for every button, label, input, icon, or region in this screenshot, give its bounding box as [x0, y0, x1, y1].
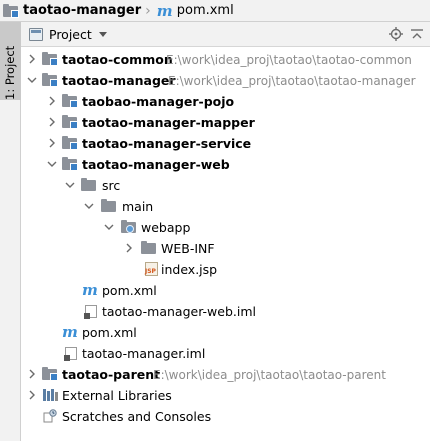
tree-node-scratches[interactable]: Scratches and Consoles [21, 406, 430, 427]
project-tree[interactable]: taotao-common E:\work\idea_proj\taotao\t… [21, 47, 430, 441]
tree-node-main[interactable]: main [21, 196, 430, 217]
tree-node-manager-pojo[interactable]: taobao-manager-pojo [21, 91, 430, 112]
node-label: Scratches and Consoles [62, 409, 212, 424]
tree-node-web-inf[interactable]: WEB-INF [21, 238, 430, 259]
node-label: webapp [141, 220, 191, 235]
node-path: E:\work\idea_proj\taotao\taotao-common [166, 53, 412, 67]
tree-node-manager-iml[interactable]: taotao-manager.iml [21, 343, 430, 364]
navigation-bar: taotao-manager › m pom.xml [0, 0, 430, 22]
project-view-icon [29, 27, 43, 41]
iml-file-icon [83, 303, 99, 319]
tree-node-manager-service[interactable]: taotao-manager-service [21, 133, 430, 154]
tree-node-manager-mapper[interactable]: taotao-manager-mapper [21, 112, 430, 133]
folder-icon [101, 198, 117, 214]
locate-file-button[interactable] [388, 26, 404, 42]
tree-node-taotao-common[interactable]: taotao-common E:\work\idea_proj\taotao\t… [21, 49, 430, 70]
breadcrumb-file-label: pom.xml [176, 3, 234, 18]
breadcrumb-project[interactable]: taotao-manager [3, 0, 141, 22]
chevron-down-icon[interactable] [104, 222, 114, 232]
module-folder-icon [62, 93, 78, 109]
jsp-file-icon [144, 261, 160, 277]
node-label: main [122, 199, 154, 214]
chevron-down-icon[interactable] [47, 159, 57, 169]
chevron-right-icon[interactable] [47, 96, 57, 106]
chevron-right-icon[interactable] [47, 117, 57, 127]
tree-node-web-pom[interactable]: m pom.xml [21, 280, 430, 301]
node-path: E:\work\idea_proj\taotao\taotao-manager [168, 74, 416, 88]
tree-node-webapp[interactable]: webapp [21, 217, 430, 238]
maven-icon: m [62, 323, 78, 341]
module-folder-icon [42, 72, 58, 88]
collapse-icon [411, 29, 423, 39]
chevron-down-icon [98, 31, 107, 37]
node-label: taotao-parent [62, 367, 161, 382]
node-label: taotao-common [62, 52, 173, 67]
folder-icon [3, 3, 19, 19]
view-selector[interactable]: Project [29, 24, 107, 44]
tree-node-web-iml[interactable]: taotao-manager-web.iml [21, 301, 430, 322]
node-label: taotao-manager.iml [82, 346, 206, 361]
module-folder-icon [42, 366, 58, 382]
node-label: taobao-manager-pojo [82, 94, 235, 109]
maven-icon: m [156, 1, 173, 20]
chevron-down-icon[interactable] [84, 201, 94, 211]
node-label: taotao-manager-web [82, 157, 230, 172]
project-tool-tab[interactable]: 1: Project [0, 22, 21, 100]
module-folder-icon [62, 114, 78, 130]
node-label: taotao-manager-web.iml [102, 304, 256, 319]
chevron-down-icon[interactable] [27, 75, 37, 85]
node-label: pom.xml [102, 283, 157, 298]
node-label: taotao-manager-service [82, 136, 252, 151]
node-label: taotao-manager-mapper [82, 115, 255, 130]
breadcrumb-file[interactable]: m pom.xml [157, 0, 234, 22]
node-path: E:\work\idea_proj\taotao\taotao-parent [153, 368, 386, 382]
project-panel-header: Project [21, 22, 430, 47]
node-label: WEB-INF [161, 241, 215, 256]
tree-node-taotao-manager[interactable]: taotao-manager E:\work\idea_proj\taotao\… [21, 70, 430, 91]
tree-node-manager-pom[interactable]: m pom.xml [21, 322, 430, 343]
module-folder-icon [62, 135, 78, 151]
maven-icon: m [82, 281, 98, 299]
chevron-right-icon[interactable] [47, 138, 57, 148]
crosshair-icon [389, 27, 403, 41]
iml-file-icon [63, 345, 79, 361]
project-tool-tab-label: 1: Project [3, 45, 17, 100]
tree-node-taotao-parent[interactable]: taotao-parent E:\work\idea_proj\taotao\t… [21, 364, 430, 385]
chevron-right-icon[interactable] [27, 54, 37, 64]
node-label: External Libraries [62, 388, 172, 403]
node-label: pom.xml [82, 325, 137, 340]
node-label: src [102, 178, 121, 193]
module-folder-icon [62, 156, 78, 172]
chevron-right-icon[interactable] [124, 243, 134, 253]
module-folder-icon [42, 51, 58, 67]
tree-node-index-jsp[interactable]: index.jsp [21, 259, 430, 280]
chevron-down-icon[interactable] [65, 180, 75, 190]
library-icon [42, 387, 58, 403]
chevron-right-icon[interactable] [27, 390, 37, 400]
collapse-all-button[interactable] [409, 26, 425, 42]
tree-node-manager-web[interactable]: taotao-manager-web [21, 154, 430, 175]
web-folder-icon [121, 219, 137, 235]
tree-node-external-libraries[interactable]: External Libraries [21, 385, 430, 406]
scratch-icon [42, 408, 58, 424]
view-selector-label: Project [49, 26, 92, 42]
tree-node-src[interactable]: src [21, 175, 430, 196]
breadcrumb-separator: › [145, 2, 151, 19]
left-tool-stripe: 1: Project [0, 22, 21, 441]
folder-icon [81, 177, 97, 193]
breadcrumb-project-label: taotao-manager [23, 3, 142, 18]
node-label: index.jsp [161, 262, 218, 277]
node-label: taotao-manager [62, 73, 176, 88]
chevron-right-icon[interactable] [27, 369, 37, 379]
folder-icon [141, 240, 157, 256]
